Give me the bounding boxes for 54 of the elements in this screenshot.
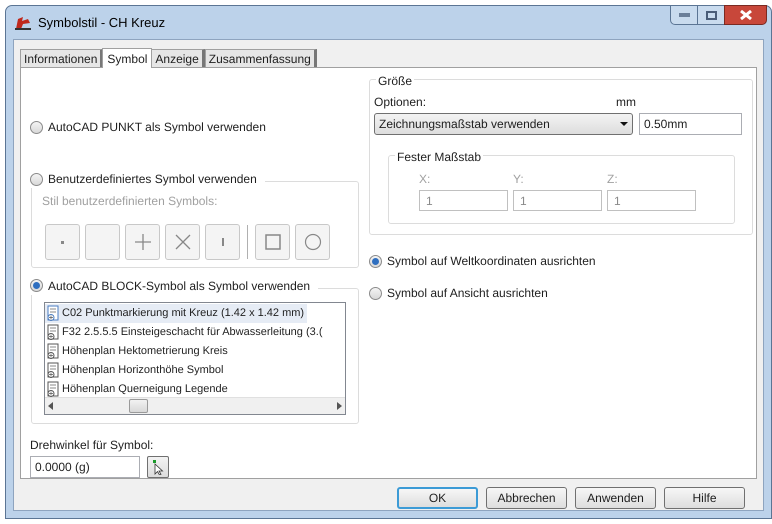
radio-label: Symbol auf Weltkoordinaten ausrichten <box>387 253 596 270</box>
list-item[interactable]: Höhenplan Querneigung Legende <box>45 380 231 397</box>
radio-button[interactable] <box>30 279 43 292</box>
maximize-icon <box>706 10 716 20</box>
dialog-button[interactable]: Hilfe <box>664 487 745 509</box>
dialog-button[interactable]: Abbrechen <box>486 487 567 509</box>
tab[interactable]: Zusammenfassung <box>204 49 317 67</box>
rotation-field[interactable]: 0.0000 (g) <box>30 456 140 478</box>
minimize-button[interactable] <box>670 5 698 25</box>
field-label: Optionen: <box>374 94 426 111</box>
circle-icon <box>304 233 322 251</box>
radio-label: Benutzerdefiniertes Symbol verwenden <box>48 171 257 188</box>
dialog-button[interactable]: Anwenden <box>575 487 656 509</box>
list-item[interactable]: Höhenplan Horizonthöhe Symbol <box>45 360 226 380</box>
scroll-left-icon <box>48 402 53 410</box>
options-dropdown[interactable]: Zeichnungsmaßstab verwenden <box>374 113 633 135</box>
tab[interactable]: Symbol <box>102 48 152 68</box>
field-label: mm <box>616 94 636 111</box>
list-item[interactable]: F32 2.5.5.5 Einsteigeschacht für Abwasserleitung (3.( <box>45 322 326 342</box>
radio-button[interactable] <box>369 254 382 268</box>
dialog-button[interactable]: OK <box>397 487 478 509</box>
caret-icon <box>620 122 628 126</box>
scrollbar-thumb[interactable] <box>129 398 148 413</box>
field-label: Z: <box>607 171 618 188</box>
plus-icon <box>134 233 152 251</box>
close-button[interactable] <box>724 5 767 25</box>
radio-button[interactable] <box>30 120 43 134</box>
vertical-tick-icon <box>222 238 224 246</box>
maximize-button[interactable] <box>698 5 724 25</box>
field-label: Drehwinkel für Symbol: <box>30 437 154 454</box>
radio-label: AutoCAD BLOCK-Symbol als Symbol verwenden <box>48 278 310 295</box>
size-field[interactable]: 0.50mm <box>639 113 742 135</box>
app-logo-icon <box>14 14 32 30</box>
list-item[interactable]: Höhenplan Hektometrierung Kreis <box>45 342 231 361</box>
field-label: Y: <box>513 171 524 188</box>
cross-icon <box>174 233 192 251</box>
radio-label: AutoCAD PUNKT als Symbol verwenden <box>48 119 266 136</box>
window-title: Symbolstil - CH Kreuz <box>38 14 166 32</box>
radio-button[interactable] <box>30 172 43 186</box>
horizontal-scrollbar[interactable] <box>45 396 345 414</box>
group-caption: Stil benutzerdefinierten Symbols: <box>42 193 218 210</box>
tab[interactable]: Anzeige <box>151 49 205 67</box>
close-icon <box>740 10 752 20</box>
cursor-icon <box>152 460 164 474</box>
square-icon <box>264 233 282 251</box>
scroll-right-icon <box>337 402 342 410</box>
radio-button[interactable] <box>369 286 382 300</box>
tab[interactable]: Informationen <box>20 49 104 67</box>
radio-label: Symbol auf Ansicht ausrichten <box>387 285 548 302</box>
list-item[interactable]: C02 Punktmarkierung mit Kreuz (1.42 x 1.42 mm) <box>45 304 308 323</box>
field-label: X: <box>419 171 430 188</box>
block-list[interactable]: C02 Punktmarkierung mit Kreuz (1.42 x 1.42 mm) F32 2.5.5.5 Einsteigeschacht für Abwasserleitung (3.( Höhenplan Hektometrierung Kreis Höhenplan Horizonthöhe Symbol Höhenplan Querneigung Legende <box>44 302 346 415</box>
minimize-icon <box>678 13 690 17</box>
pick-button[interactable] <box>147 456 169 478</box>
